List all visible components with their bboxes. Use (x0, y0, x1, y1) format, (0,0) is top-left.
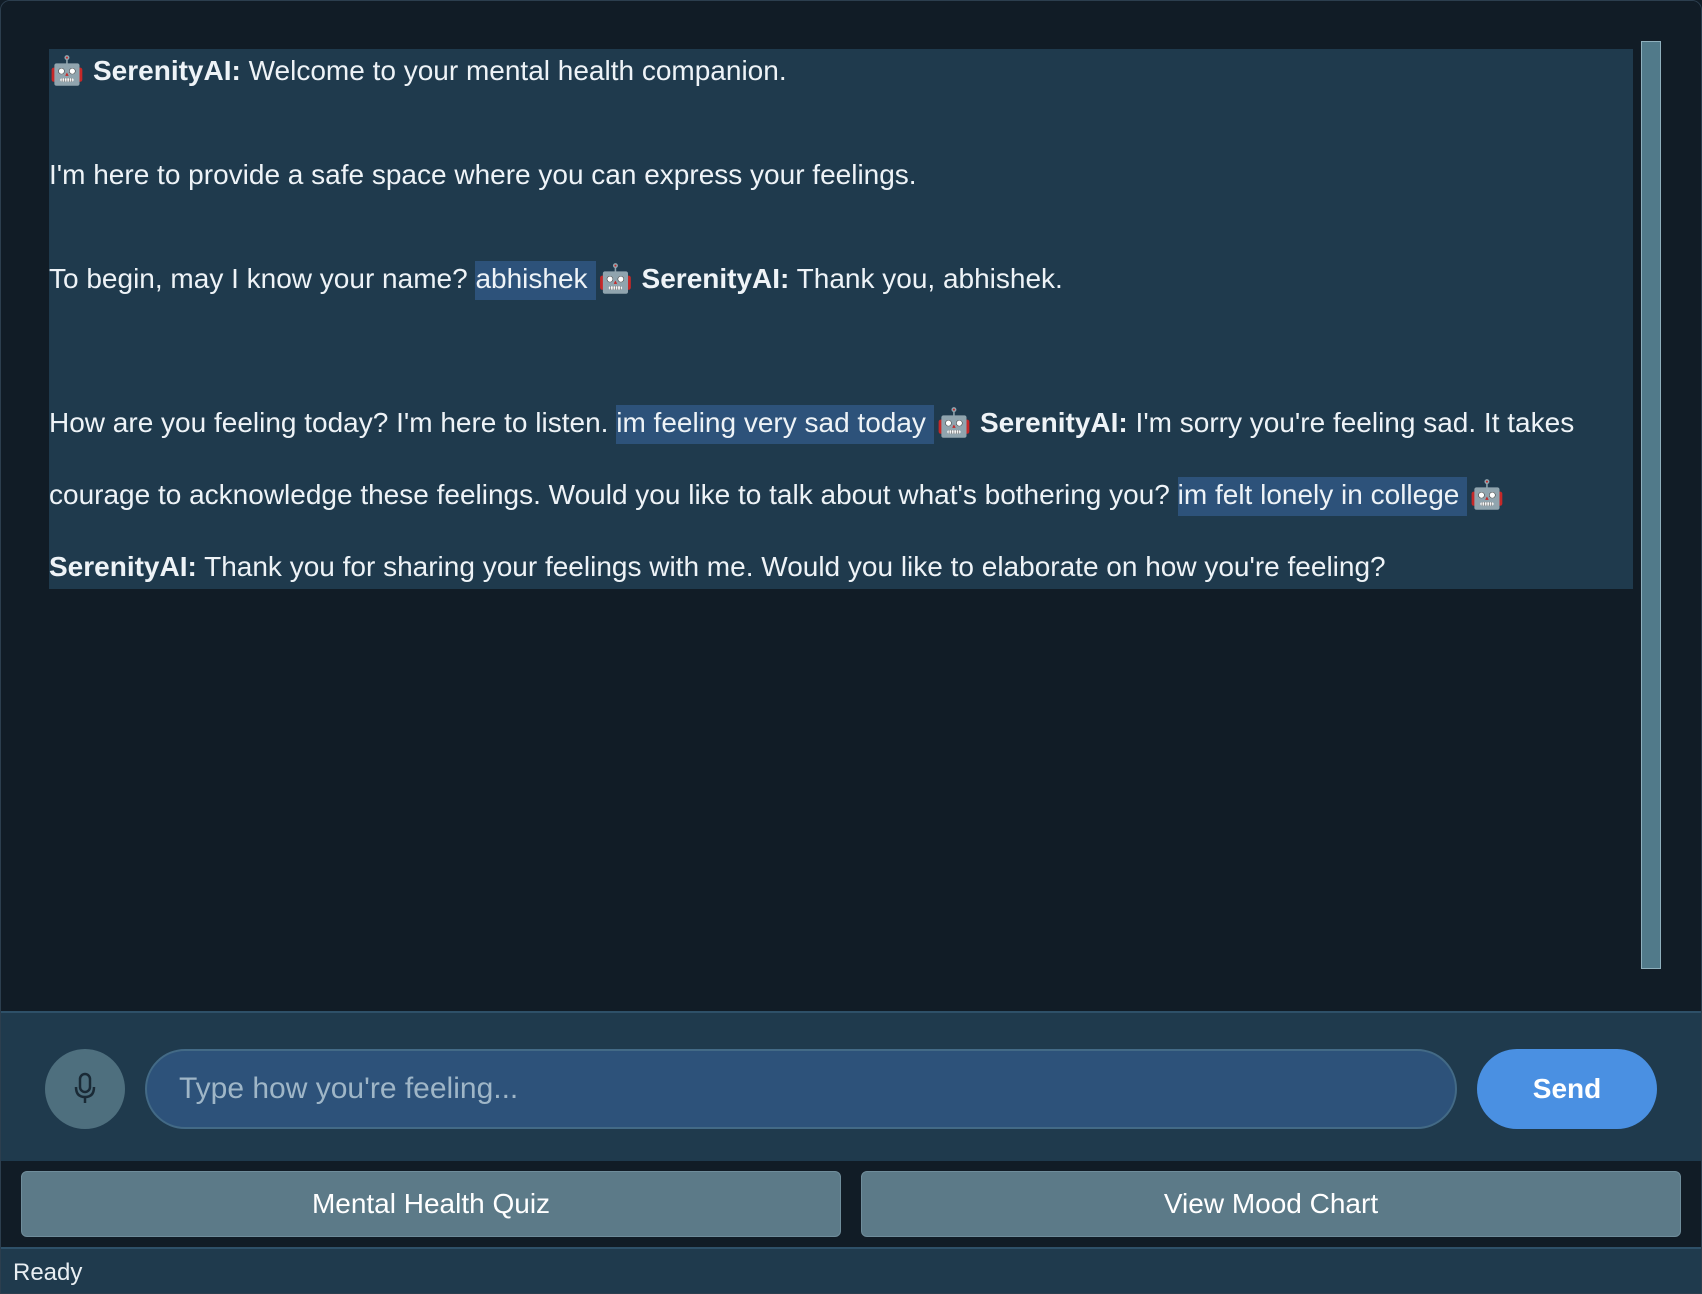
assistant-message: Welcome to your mental health companion. (248, 55, 787, 86)
assistant-name: SerenityAI: (49, 551, 197, 582)
view-mood-chart-button[interactable]: View Mood Chart (861, 1171, 1681, 1237)
assistant-name: SerenityAI: (93, 55, 241, 86)
status-text: Ready (13, 1259, 83, 1286)
send-button[interactable]: Send (1477, 1049, 1657, 1129)
action-row: Mental Health Quiz View Mood Chart (1, 1161, 1701, 1247)
chat-line: courage to acknowledge these feelings. W… (49, 471, 1513, 519)
message-input[interactable] (145, 1049, 1457, 1129)
chat-scrollbar[interactable] (1641, 41, 1661, 969)
user-message: abhishek (475, 261, 596, 300)
chat-line: I'm here to provide a safe space where y… (49, 151, 917, 199)
microphone-icon (74, 1072, 96, 1103)
chat-line: How are you feeling today? I'm here to l… (49, 399, 1574, 447)
assistant-message: Thank you for sharing your feelings with… (204, 551, 1386, 582)
input-bar: Send (1, 1011, 1701, 1161)
microphone-button[interactable] (45, 1049, 125, 1129)
assistant-message: courage to acknowledge these feelings. W… (49, 479, 1170, 510)
assistant-message: How are you feeling today? I'm here to l… (49, 407, 609, 438)
assistant-name: SerenityAI: (979, 407, 1128, 438)
mental-health-quiz-button[interactable]: Mental Health Quiz (21, 1171, 841, 1237)
assistant-message: Thank you, abhishek. (796, 263, 1063, 294)
chat-line: To begin, may I know your name? abhishek… (49, 255, 1063, 303)
app-window: 🤖 SerenityAI: Welcome to your mental heal… (0, 0, 1702, 1294)
user-message: im felt lonely in college (1177, 477, 1468, 516)
chat-area: 🤖 SerenityAI: Welcome to your mental heal… (1, 1, 1701, 1011)
user-message: im feeling very sad today (616, 405, 934, 444)
assistant-name: SerenityAI: (641, 263, 790, 294)
robot-icon: 🤖 (936, 407, 972, 438)
assistant-message: I'm here to provide a safe space where y… (49, 159, 917, 190)
robot-icon: 🤖 (598, 263, 633, 294)
status-bar: Ready (1, 1247, 1701, 1293)
chat-line: 🤖 SerenityAI: Welcome to your mental heal… (49, 47, 787, 95)
robot-icon: 🤖 (49, 55, 85, 86)
assistant-message: I'm sorry you're feeling sad. It takes (1135, 407, 1575, 438)
assistant-message: To begin, may I know your name? (49, 263, 468, 294)
robot-icon: 🤖 (1469, 479, 1505, 510)
chat-line: SerenityAI: Thank you for sharing your f… (49, 543, 1386, 591)
